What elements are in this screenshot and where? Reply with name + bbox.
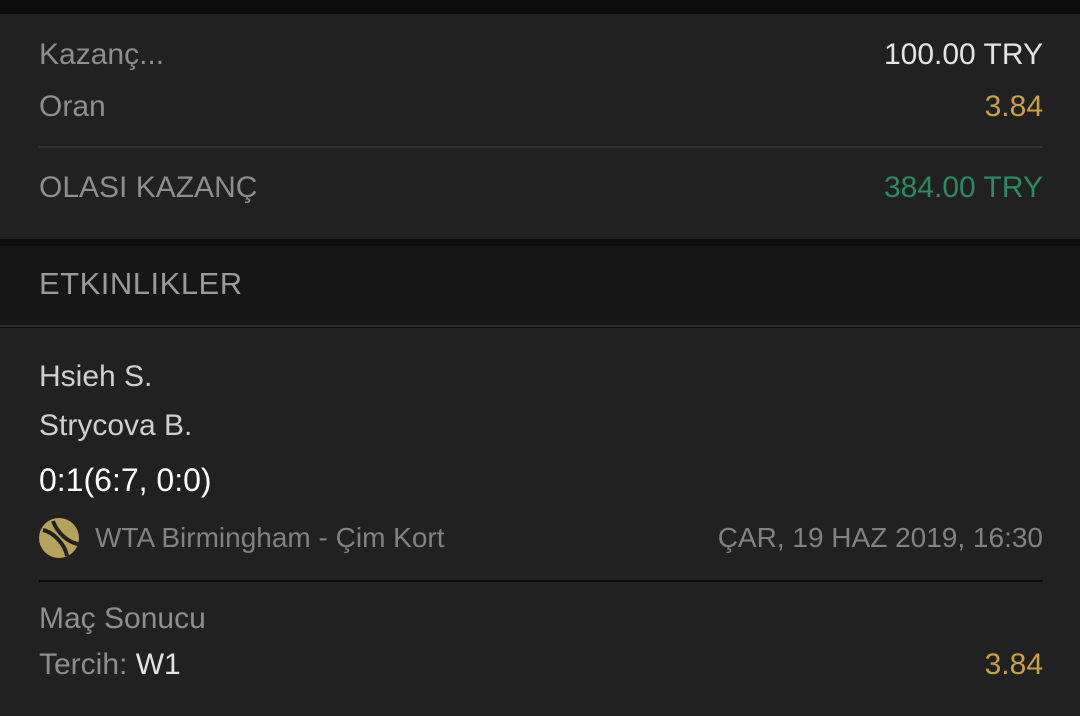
odds-row: Oran 3.84	[39, 90, 1043, 124]
summary-divider	[39, 146, 1043, 148]
live-score: 0:1(6:7, 0:0)	[39, 462, 212, 498]
odds-value: 3.84	[984, 90, 1043, 123]
tennis-ball-icon	[39, 518, 79, 558]
bet-summary-panel: Kazanç... 100.00 TRY Oran 3.84 OLASI KAZ…	[0, 14, 1080, 239]
home-player: Hsieh S.	[39, 360, 153, 393]
event-divider	[39, 580, 1043, 582]
stake-value: 100.00 TRY	[883, 38, 1043, 71]
away-player: Strycova B.	[39, 409, 193, 442]
league-row: WTA Birmingham - Çim Kort ÇAR, 19 HAZ 20…	[39, 518, 1043, 558]
odds-label: Oran	[39, 90, 106, 123]
potential-win-value: 384.00 TRY	[883, 171, 1043, 204]
potential-win-label: OLASI KAZANÇ	[39, 171, 258, 204]
pick-label: Tercih:	[39, 648, 136, 681]
league-name: WTA Birmingham - Çim Kort	[95, 522, 445, 553]
event-datetime: ÇAR, 19 HAZ 2019, 16:30	[717, 522, 1043, 553]
events-section-header: ETKINLIKLER	[0, 246, 1080, 327]
event-card[interactable]: Hsieh S. Strycova B. 0:1(6:7, 0:0) WTA B…	[0, 328, 1080, 716]
pick-row: Tercih: W1 3.84	[39, 648, 1043, 682]
stake-row: Kazanç... 100.00 TRY	[39, 38, 1043, 72]
pick-odds: 3.84	[984, 648, 1043, 681]
pick-value: W1	[135, 648, 181, 681]
market-name: Maç Sonucu	[39, 602, 206, 635]
stake-label: Kazanç...	[39, 38, 165, 71]
potential-win-row: OLASI KAZANÇ 384.00 TRY	[39, 171, 1043, 205]
events-section-title: ETKINLIKLER	[39, 266, 243, 301]
